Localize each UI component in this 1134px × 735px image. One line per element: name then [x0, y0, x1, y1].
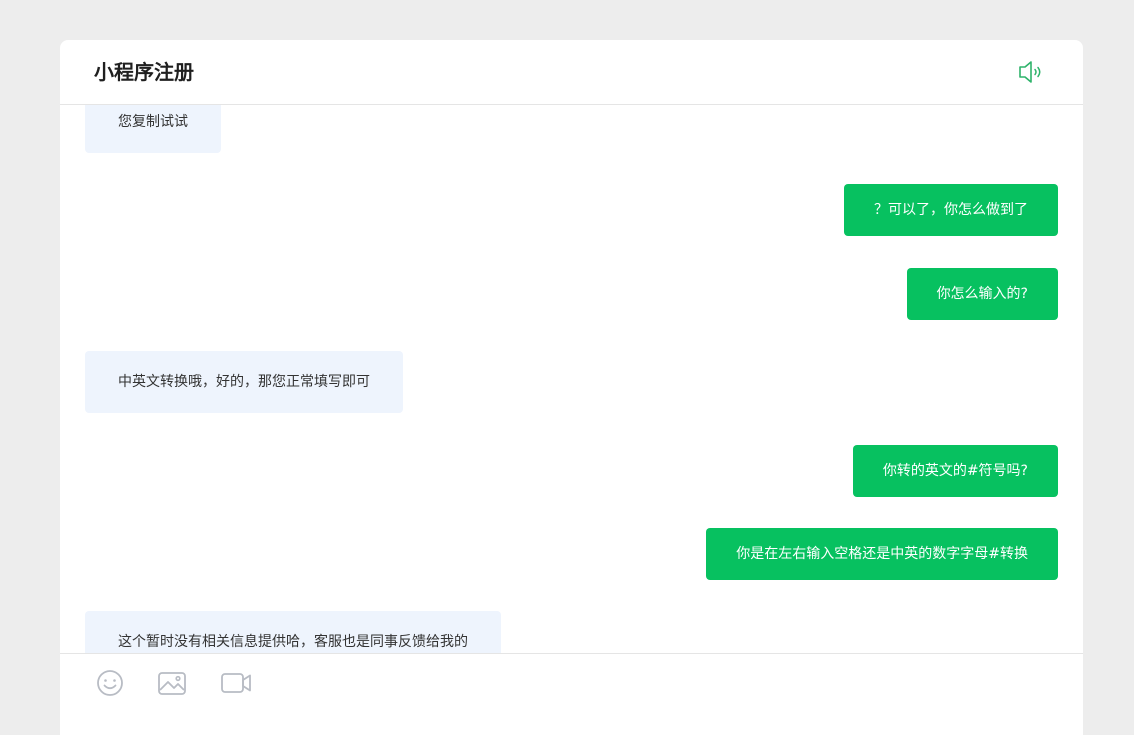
page-title: 小程序注册	[94, 60, 194, 84]
message-list[interactable]: 您复制试试 ？可以了，你怎么做到了 你怎么输入的? 中英文转换哦，好的，那您正常…	[60, 105, 1083, 653]
speaker-icon[interactable]	[1016, 58, 1046, 86]
chat-header: 小程序注册	[60, 40, 1083, 105]
image-icon[interactable]	[157, 668, 187, 698]
message-bubble-outgoing: 你转的英文的#符号吗?	[852, 445, 1058, 497]
message-bubble-incoming: 这个暂时没有相关信息提供哈，客服也是同事反馈给我的	[85, 611, 501, 653]
chat-window: 小程序注册 您复制试试 ？可以了，你怎么做到了 你怎么输入的? 中英文转换哦，好…	[60, 40, 1083, 735]
message-bubble-outgoing: 你是在左右输入空格还是中英的数字字母#转换	[706, 528, 1058, 580]
message-bubble-outgoing: 你怎么输入的?	[906, 268, 1058, 320]
video-icon[interactable]	[220, 668, 252, 698]
message-bubble-incoming: 您复制试试	[85, 105, 221, 153]
input-toolbar	[60, 653, 1083, 735]
message-bubble-incoming: 中英文转换哦，好的，那您正常填写即可	[85, 351, 403, 413]
message-bubble-outgoing: ？可以了，你怎么做到了	[844, 184, 1058, 236]
emoji-icon[interactable]	[96, 668, 124, 698]
